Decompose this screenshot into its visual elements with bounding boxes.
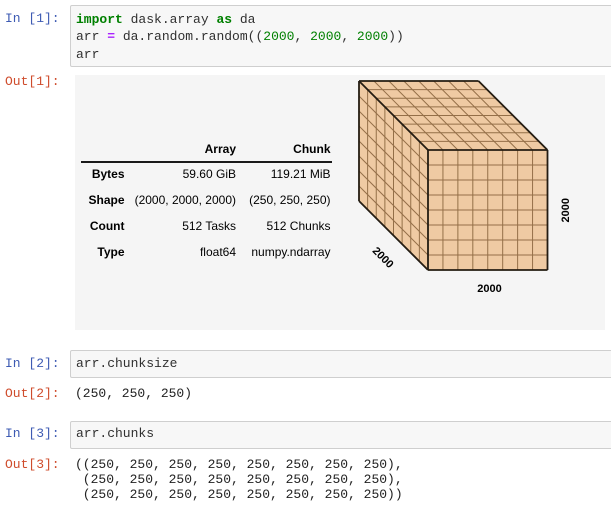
svg-text:2000: 2000: [370, 245, 396, 271]
svg-text:2000: 2000: [560, 198, 572, 222]
svg-text:2000: 2000: [477, 283, 501, 295]
